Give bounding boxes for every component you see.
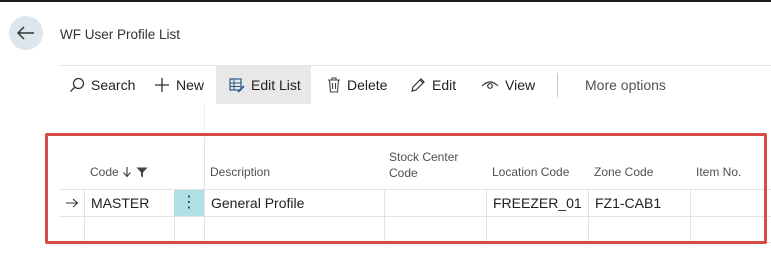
profile-list-grid: Code Description Stock Center Code Locat… — [59, 138, 771, 243]
edit-list-button[interactable]: Edit List — [216, 66, 311, 104]
grid-line — [588, 190, 589, 243]
plus-icon — [155, 78, 169, 92]
action-divider-line — [204, 103, 205, 137]
more-options-button[interactable]: More options — [585, 66, 666, 104]
cell-zone-code[interactable]: FZ1-CAB1 — [595, 190, 661, 216]
more-options-label: More options — [585, 77, 666, 93]
column-header-code[interactable]: Code — [90, 164, 148, 180]
top-border — [0, 0, 771, 2]
column-header-zone-code[interactable]: Zone Code — [594, 164, 653, 180]
new-button[interactable]: New — [154, 66, 204, 104]
search-button[interactable]: Search — [69, 66, 135, 104]
grid-line — [690, 190, 691, 243]
action-bar: Search New Edit List Delete Edit View Mo… — [59, 65, 771, 104]
trash-icon — [328, 77, 340, 93]
view-label: View — [505, 77, 536, 93]
filter-icon — [136, 167, 148, 177]
grid-line — [59, 216, 771, 217]
column-header-item-no[interactable]: Item No. — [696, 164, 741, 180]
column-header-location-code[interactable]: Location Code — [492, 164, 569, 180]
row-arrow-icon — [66, 198, 79, 208]
grid-line — [384, 190, 385, 243]
new-label: New — [176, 77, 205, 93]
delete-button[interactable]: Delete — [327, 66, 387, 104]
column-header-stock-center-line2: Code — [389, 166, 418, 180]
sort-arrow-down-icon — [122, 167, 131, 178]
column-header-code-label: Code — [90, 165, 119, 179]
row-indicator[interactable] — [65, 190, 83, 216]
edit-list-icon — [229, 78, 245, 93]
delete-label: Delete — [347, 77, 388, 93]
grid-line — [486, 190, 487, 243]
action-separator — [557, 73, 558, 97]
edit-button[interactable]: Edit — [410, 66, 456, 104]
edit-list-label: Edit List — [251, 77, 301, 93]
pencil-icon — [411, 78, 425, 92]
grid-line — [59, 189, 771, 190]
view-button[interactable]: View — [481, 66, 535, 104]
vertical-dots-icon: ⋮ — [181, 194, 197, 211]
cell-description[interactable]: General Profile — [211, 190, 304, 216]
search-label: Search — [91, 77, 136, 93]
page-title: WF User Profile List — [60, 27, 181, 42]
grid-line — [204, 138, 205, 243]
back-button[interactable] — [9, 16, 43, 50]
edit-label: Edit — [432, 77, 457, 93]
column-header-description[interactable]: Description — [210, 164, 270, 180]
grid-line — [84, 190, 85, 243]
eye-icon — [481, 81, 499, 89]
column-header-stock-center-line1: Stock Center — [389, 150, 459, 164]
row-menu-button[interactable]: ⋮ — [174, 190, 204, 216]
cell-location-code[interactable]: FREEZER_01 — [493, 190, 582, 216]
column-header-stock-center-code[interactable]: Stock Center Code — [389, 149, 458, 181]
grid-line — [59, 242, 771, 243]
cell-code[interactable]: MASTER — [91, 190, 149, 216]
arrow-left-icon — [17, 26, 34, 40]
search-icon — [70, 77, 85, 92]
